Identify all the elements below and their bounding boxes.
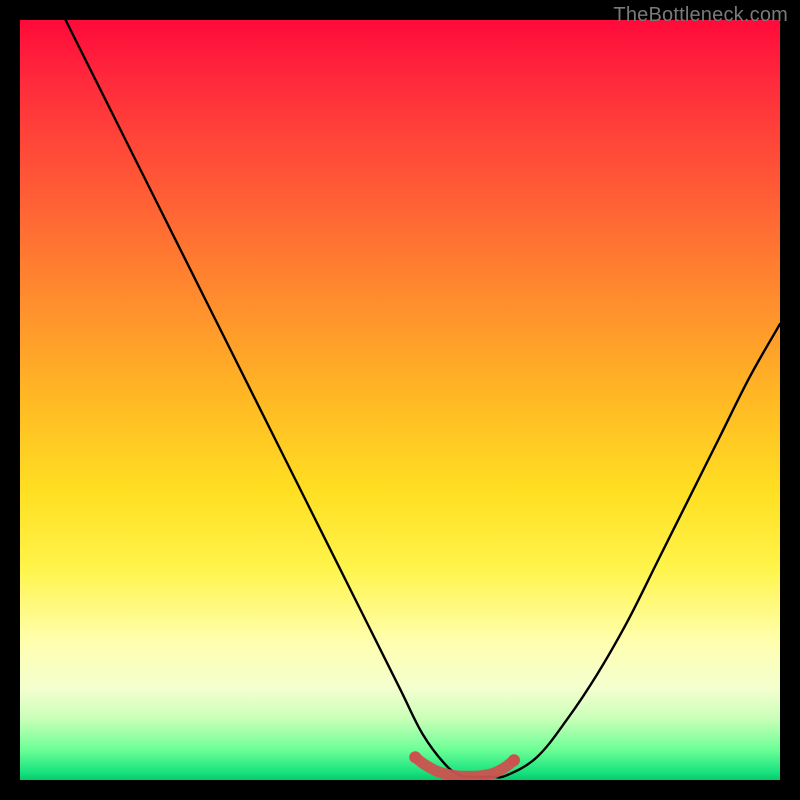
curve-layer [20,20,780,780]
plot-area [20,20,780,780]
accent-dot-right [508,754,520,766]
accent-path [415,757,514,776]
chart-stage: TheBottleneck.com [0,0,800,800]
curve-path [66,20,780,777]
accent-dot-left [409,751,421,763]
watermark-text: TheBottleneck.com [613,4,788,27]
